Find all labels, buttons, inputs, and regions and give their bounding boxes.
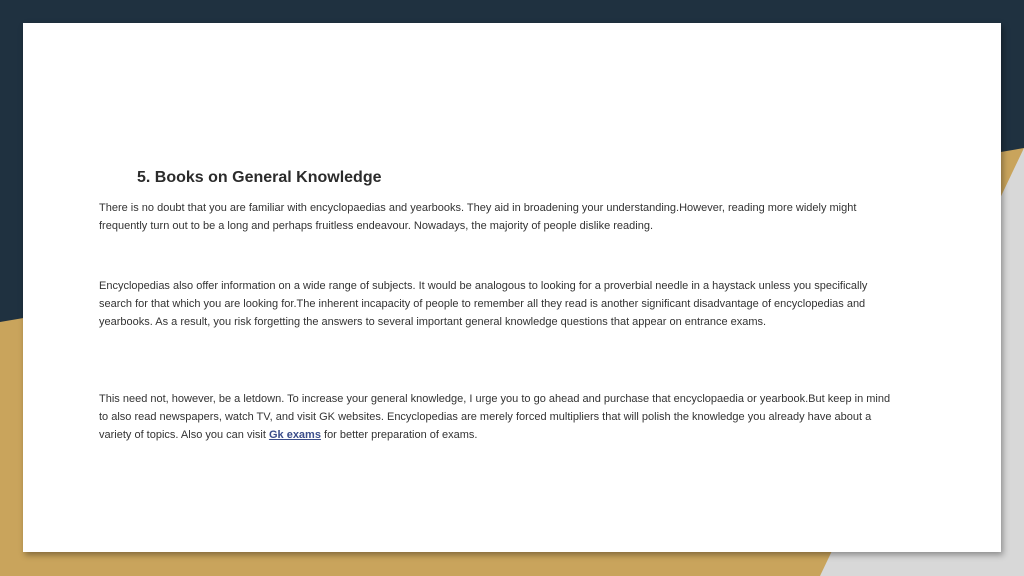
paragraph-2: Encyclopedias also offer information on … (99, 280, 868, 328)
paragraph-1: There is no doubt that you are familiar … (99, 202, 857, 232)
gk-exams-link[interactable]: Gk exams (269, 429, 321, 441)
paragraph-3-text-before-link: This need not, however, be a letdown. To… (99, 393, 891, 441)
paragraph-3: This need not, however, be a letdown. To… (99, 390, 895, 444)
section-heading: 5. Books on General Knowledge (137, 169, 382, 186)
paragraph-3-text-after-link: for better preparation of exams. (320, 429, 478, 441)
